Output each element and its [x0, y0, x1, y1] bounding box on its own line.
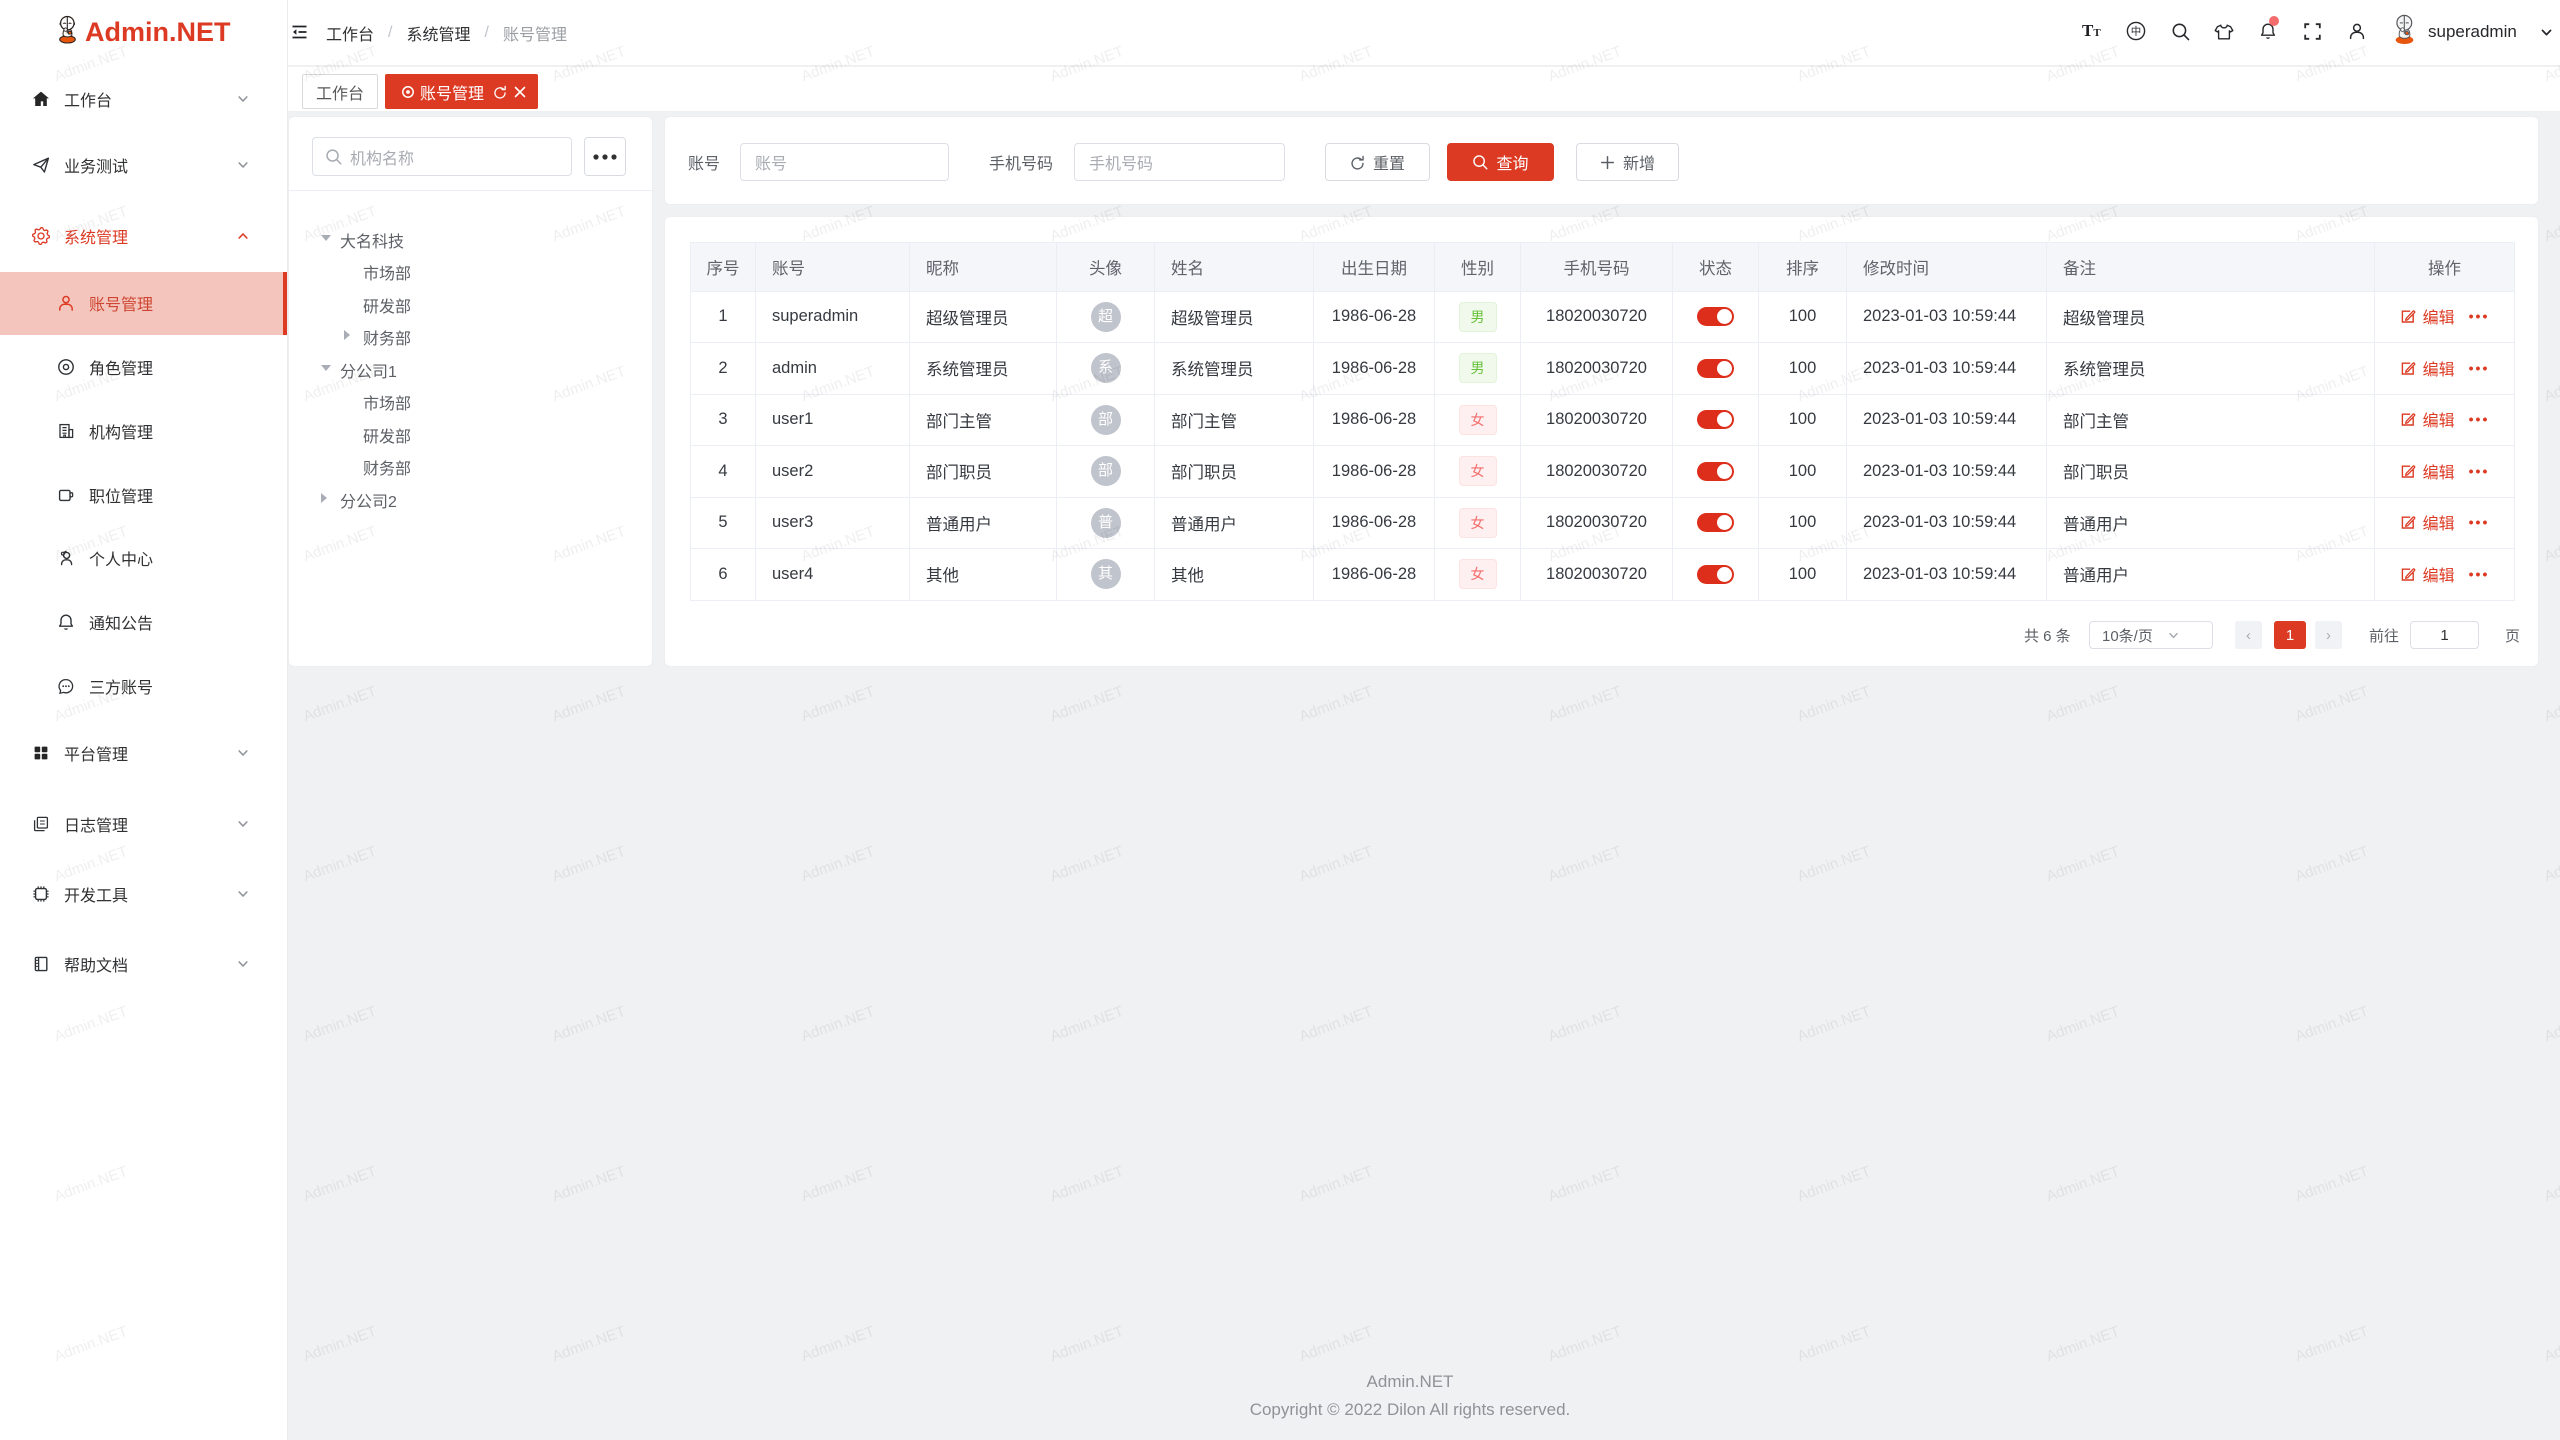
svg-text:中: 中 [2131, 25, 2142, 38]
